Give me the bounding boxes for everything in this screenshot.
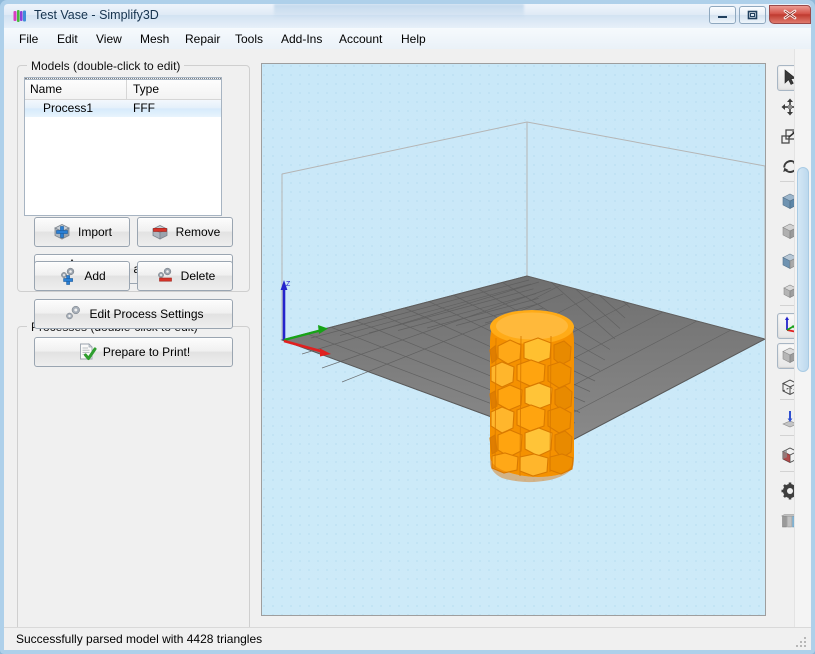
title-bar-glare [274, 4, 524, 18]
gears-plus-icon [58, 266, 78, 286]
process-type-cell: FFF [133, 101, 155, 115]
3d-build-volume-viewport[interactable]: Z [261, 63, 766, 616]
remove-button[interactable]: Remove [137, 217, 233, 247]
gears-icon [63, 304, 83, 324]
close-button[interactable] [769, 5, 811, 24]
prepare-to-print-button[interactable]: Prepare to Print! [34, 337, 233, 367]
edit-process-settings-button[interactable]: Edit Process Settings [34, 299, 233, 329]
application-window: Test Vase - Simplify3D File Edit View Me… [0, 0, 815, 654]
menu-view[interactable]: View [91, 31, 127, 47]
models-panel-title: Models (double-click to edit) [27, 59, 185, 73]
menu-account[interactable]: Account [334, 31, 387, 47]
menu-help[interactable]: Help [396, 31, 431, 47]
document-check-icon [77, 342, 97, 362]
column-divider[interactable] [126, 80, 127, 99]
vertical-scrollbar[interactable] [794, 49, 811, 650]
edit-process-settings-label: Edit Process Settings [89, 307, 204, 321]
menu-edit[interactable]: Edit [52, 31, 83, 47]
delete-process-button[interactable]: Delete [137, 261, 233, 291]
client-area: Models (double-click to edit) Test Vase [4, 49, 811, 650]
table-row[interactable]: Process1 FFF [25, 100, 221, 117]
status-message: Successfully parsed model with 4428 tria… [16, 632, 263, 646]
import-button[interactable]: Import [34, 217, 130, 247]
resize-grip[interactable] [794, 635, 808, 649]
add-process-button[interactable]: Add [34, 261, 130, 291]
menu-tools[interactable]: Tools [230, 31, 268, 47]
processes-panel: Processes (double-click to edit) [17, 320, 250, 647]
delete-process-label: Delete [180, 269, 216, 283]
menu-add-ins[interactable]: Add-Ins [276, 31, 327, 47]
column-header-name[interactable]: Name [30, 82, 62, 96]
simplify3d-logo-icon [12, 8, 28, 24]
import-button-label: Import [77, 225, 112, 239]
scrollbar-thumb[interactable] [797, 167, 809, 372]
gears-minus-icon [155, 266, 175, 286]
remove-button-label: Remove [175, 225, 221, 239]
add-process-label: Add [84, 269, 106, 283]
vase-model [489, 310, 574, 483]
column-header-type[interactable]: Type [133, 82, 159, 96]
status-bar: Successfully parsed model with 4428 tria… [4, 627, 811, 650]
window-title: Test Vase - Simplify3D [34, 8, 159, 22]
viewport-scene: Z [262, 64, 765, 615]
svg-text:Z: Z [286, 281, 291, 288]
processes-table[interactable]: Name Type Process1 FFF [24, 79, 222, 216]
process-name-cell: Process1 [43, 101, 94, 115]
maximize-button[interactable] [739, 6, 766, 24]
minimize-button[interactable] [709, 6, 736, 24]
menu-mesh[interactable]: Mesh [135, 31, 174, 47]
menu-repair[interactable]: Repair [180, 31, 225, 47]
table-header-row: Name Type [25, 80, 221, 100]
prepare-to-print-label: Prepare to Print! [102, 345, 191, 359]
cube-minus-icon [150, 222, 170, 242]
cube-plus-icon [52, 222, 72, 242]
menu-file[interactable]: File [14, 31, 43, 47]
title-bar[interactable]: Test Vase - Simplify3D [4, 4, 811, 29]
menu-bar: File Edit View Mesh Repair Tools Add-Ins… [4, 28, 811, 50]
